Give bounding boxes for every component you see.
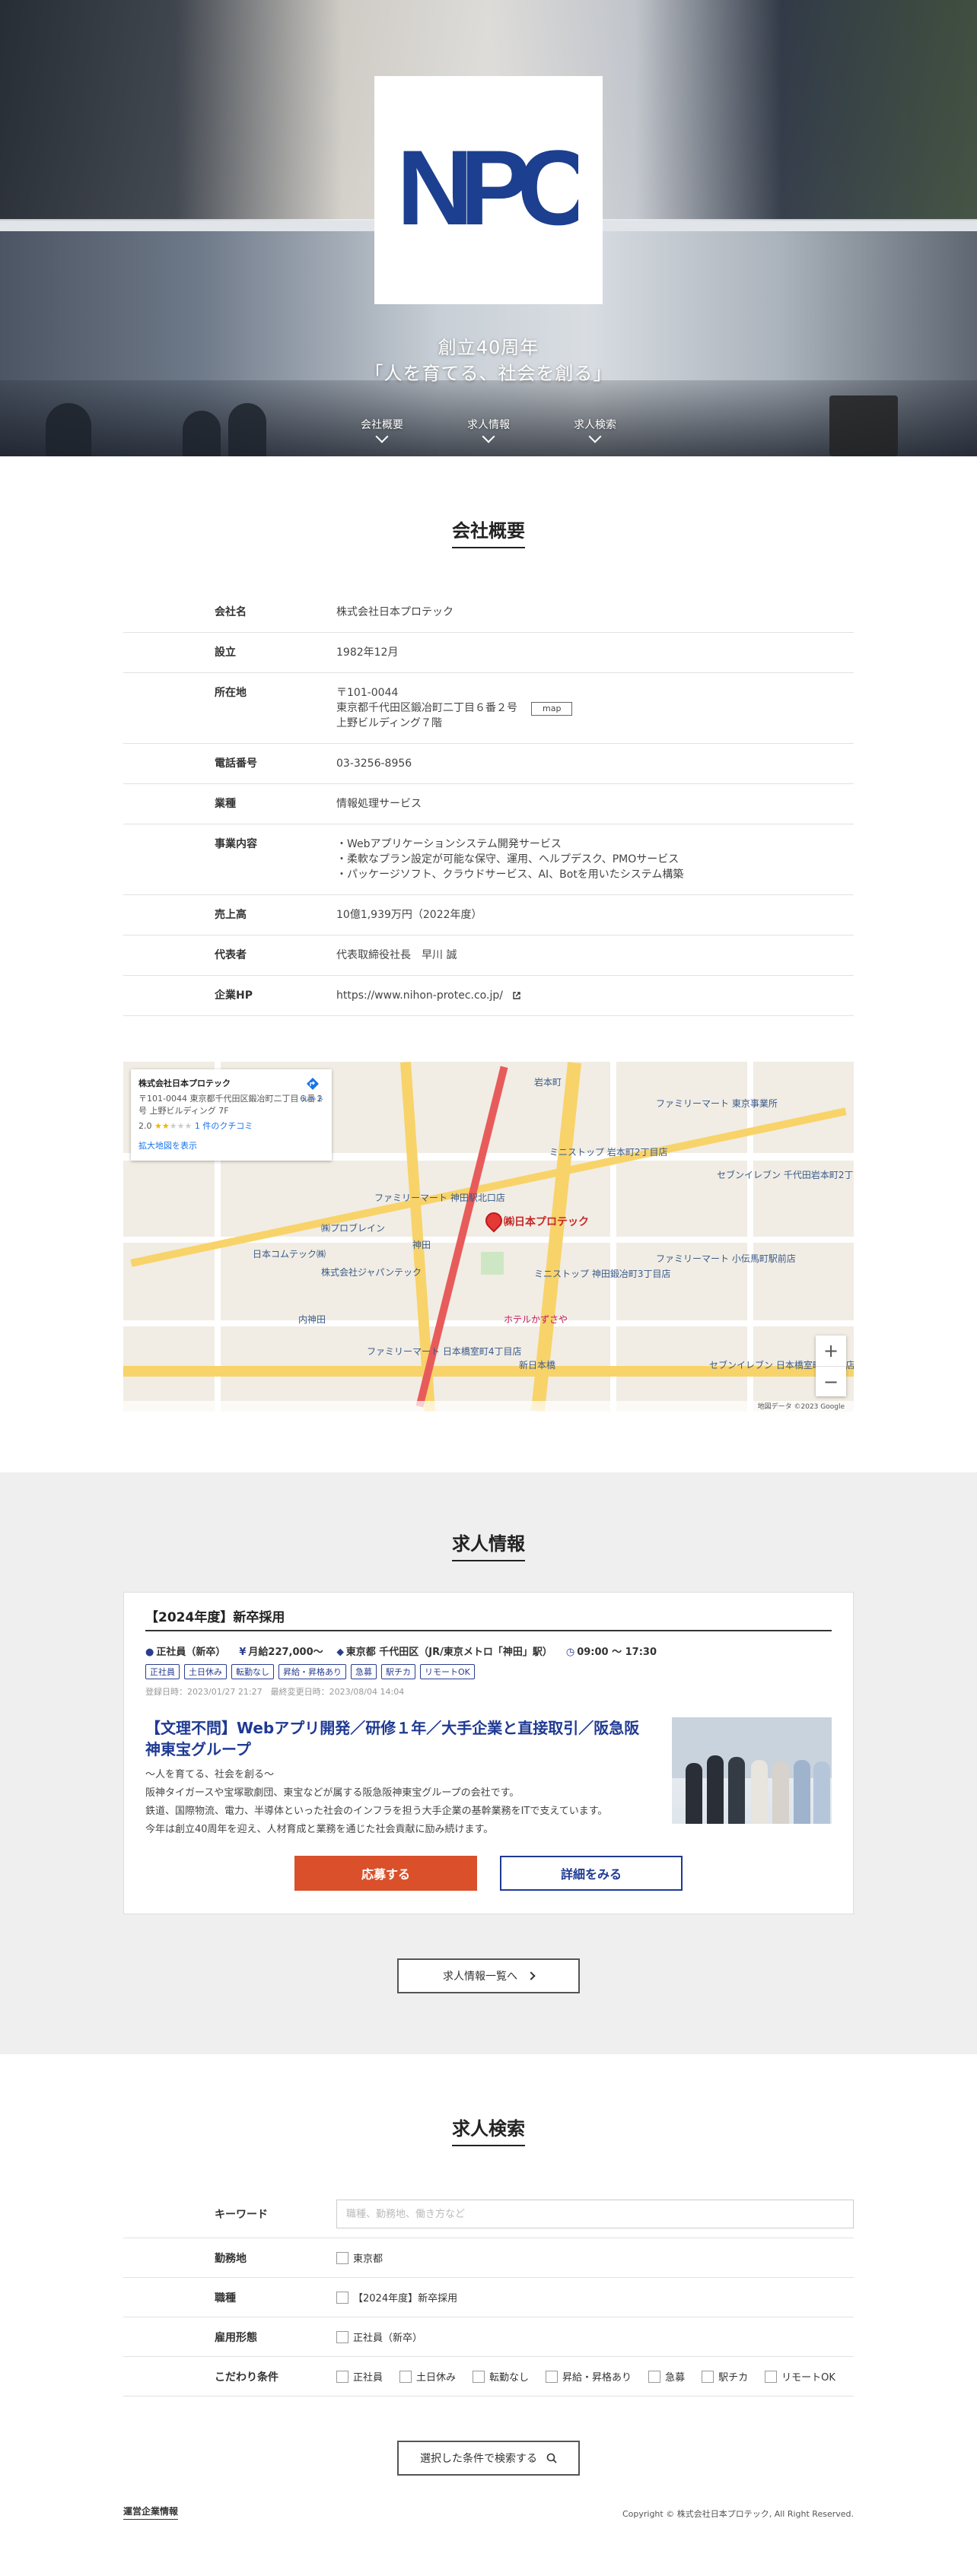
condition-checkbox[interactable]: 土日休み — [399, 2369, 456, 2384]
job-description: 〜人を育てる、社会を創る〜 阪神タイガースや宝塚歌劇団、東宝などが属する阪急阪神… — [145, 1769, 608, 1835]
job-tag: リモートOK — [420, 1664, 475, 1679]
hero-nav: 会社概要 求人情報 求人検索 — [0, 417, 977, 443]
map-link[interactable]: map — [531, 702, 573, 716]
info-row-address: 所在地 〒101-0044 東京都千代田区鍛冶町二丁目６番２号 map 上野ビルデ… — [123, 672, 854, 744]
job-photo — [672, 1717, 832, 1824]
location-pin-icon: ⬥ — [336, 1647, 344, 1658]
search-title: 求人検索 — [0, 2114, 977, 2146]
hero-caption-line2: 「人を育てる、社会を創る」 — [364, 363, 613, 384]
job-tag: 駅チカ — [381, 1664, 415, 1679]
nav-job-search[interactable]: 求人検索 — [565, 417, 625, 443]
condition-checkbox[interactable]: リモートOK — [765, 2369, 835, 2384]
zoom-in-button[interactable]: + — [816, 1336, 846, 1366]
google-map[interactable]: 岩本町 ファミリーマート 東京事業所 ミニストップ 岩本町2丁目店 セブンイレブ… — [123, 1062, 854, 1412]
company-logo: NPC — [374, 76, 603, 304]
job-category: 【2024年度】新卒採用 — [145, 1606, 832, 1631]
directions-icon — [307, 1078, 319, 1090]
apply-button[interactable]: 応募する — [294, 1856, 477, 1891]
condition-checkbox[interactable]: 急募 — [648, 2369, 685, 2384]
condition-checkbox[interactable]: 昇給・昇格あり — [546, 2369, 632, 2384]
job-type-checkbox[interactable]: 【2024年度】新卒採用 — [336, 2290, 457, 2304]
condition-checkbox[interactable]: 正社員 — [336, 2369, 383, 2384]
chevron-down-icon — [375, 430, 389, 443]
chevron-right-icon — [527, 1971, 536, 1980]
keyword-input[interactable] — [336, 2200, 854, 2228]
search-icon — [546, 2453, 557, 2463]
search-button[interactable]: 選択した条件で検索する — [397, 2441, 580, 2476]
job-dates: 登録日時：2023/01/27 21:27 最終変更日時：2023/08/04 … — [145, 1687, 405, 1697]
chevron-down-icon — [588, 430, 602, 443]
job-card: 【2024年度】新卒採用 ● 正社員（新卒） ¥ 月給227,000〜 ⬥ 東京都 千… — [123, 1592, 854, 1914]
yen-icon: ¥ — [239, 1647, 247, 1658]
info-row-business: 事業内容 ・Webアプリケーションシステム開発サービス ・柔軟なプラン設定が可能… — [123, 824, 854, 895]
company-info-table: 会社名 株式会社日本プロテック 設立 1982年12月 所在地 〒101-0044 … — [123, 592, 854, 1016]
info-row-name: 会社名 株式会社日本プロテック — [123, 592, 854, 633]
info-row-website: 企業HP https://www.nihon-protec.co.jp/ — [123, 975, 854, 1016]
info-row-founded: 設立 1982年12月 — [123, 632, 854, 673]
clock-icon: ◷ — [565, 1647, 575, 1658]
hero: NPC 創立40周年 「人を育てる、社会を創る」 会社概要 求人情報 求人検索 — [0, 0, 977, 456]
map-marker-icon[interactable] — [482, 1209, 506, 1233]
info-row-sales: 売上高 10億1,939万円（2022年度） — [123, 894, 854, 935]
footer: 運営企業情報 Copyright © 株式会社日本プロテック, All Righ… — [123, 2505, 854, 2530]
info-row-representative: 代表者 代表取締役社長 早川 誠 — [123, 935, 854, 976]
map-enlarge-link[interactable]: 拡大地図を表示 — [138, 1139, 324, 1151]
job-tag: 転勤なし — [231, 1664, 274, 1679]
job-meta: ● 正社員（新卒） ¥ 月給227,000〜 ⬥ 東京都 千代田区（JR/東京メトロ「… — [145, 1647, 657, 1658]
nav-company-overview[interactable]: 会社概要 — [352, 417, 412, 443]
job-title-link[interactable]: 【文理不問】Webアプリ開発／研修１年／大手企業と直接取引／阪急阪神東宝グループ — [145, 1719, 639, 1758]
map-route-button[interactable]: ルート — [301, 1077, 324, 1104]
map-marker-label: ㈱日本プロテック — [504, 1216, 589, 1228]
map-reviews-link[interactable]: 1 件のクチコミ — [195, 1121, 253, 1131]
operator-info-link[interactable]: 運営企業情報 — [123, 2505, 179, 2520]
person-icon: ● — [145, 1647, 154, 1658]
job-tags: 正社員 土日休み 転勤なし 昇給・昇格あり 急募 駅チカ リモートOK — [145, 1664, 832, 1679]
hero-caption: 創立40周年 「人を育てる、社会を創る」 — [0, 335, 977, 386]
search-form: キーワード 勤務地 東京都 職種 【2024年度】新卒採用 雇用形態 正社員（新… — [123, 2190, 854, 2397]
info-row-industry: 業種 情報処理サービス — [123, 783, 854, 824]
job-search-section: 求人検索 キーワード 勤務地 東京都 職種 【2024年度】新卒採用 雇用形態 … — [0, 2054, 977, 2576]
condition-checkbox[interactable]: 駅チカ — [702, 2369, 748, 2384]
job-list-button[interactable]: 求人情報一覧へ — [397, 1958, 580, 1993]
svg-text:NPC: NPC — [399, 145, 578, 236]
condition-checkbox[interactable]: 転勤なし — [473, 2369, 529, 2384]
area-checkbox[interactable]: 東京都 — [336, 2250, 383, 2265]
hero-caption-line1: 創立40周年 — [438, 337, 539, 358]
map-attribution: 地図データ ©2023 Google — [123, 1401, 854, 1412]
external-link-icon — [513, 992, 521, 999]
map-zoom-controls: + − — [816, 1336, 846, 1396]
copyright: Copyright © 株式会社日本プロテック, All Right Reser… — [622, 2509, 854, 2519]
details-button[interactable]: 詳細をみる — [500, 1856, 683, 1891]
chevron-down-icon — [482, 430, 495, 443]
company-website-link[interactable]: https://www.nihon-protec.co.jp/ — [336, 989, 503, 1002]
job-tag: 昇給・昇格あり — [278, 1664, 346, 1679]
employment-checkbox[interactable]: 正社員（新卒） — [336, 2330, 422, 2344]
job-tag: 土日休み — [184, 1664, 227, 1679]
npc-logo-icon: NPC — [399, 145, 578, 236]
job-info-section: 求人情報 【2024年度】新卒採用 ● 正社員（新卒） ¥ 月給227,000〜 ⬥… — [0, 1472, 977, 2054]
zoom-out-button[interactable]: − — [816, 1366, 846, 1396]
map-info-window: 株式会社日本プロテック 〒101-0044 東京都千代田区鍛冶町二丁目６番２号 … — [131, 1069, 332, 1161]
company-overview-section: 会社概要 会社名 株式会社日本プロテック 設立 1982年12月 所在地 〒101-… — [0, 456, 977, 1062]
job-tag: 急募 — [351, 1664, 377, 1679]
nav-job-info[interactable]: 求人情報 — [458, 417, 519, 443]
job-tag: 正社員 — [145, 1664, 180, 1679]
info-row-phone: 電話番号 03-3256-8956 — [123, 743, 854, 784]
jobs-title: 求人情報 — [0, 1529, 977, 1561]
overview-title: 会社概要 — [0, 516, 977, 548]
